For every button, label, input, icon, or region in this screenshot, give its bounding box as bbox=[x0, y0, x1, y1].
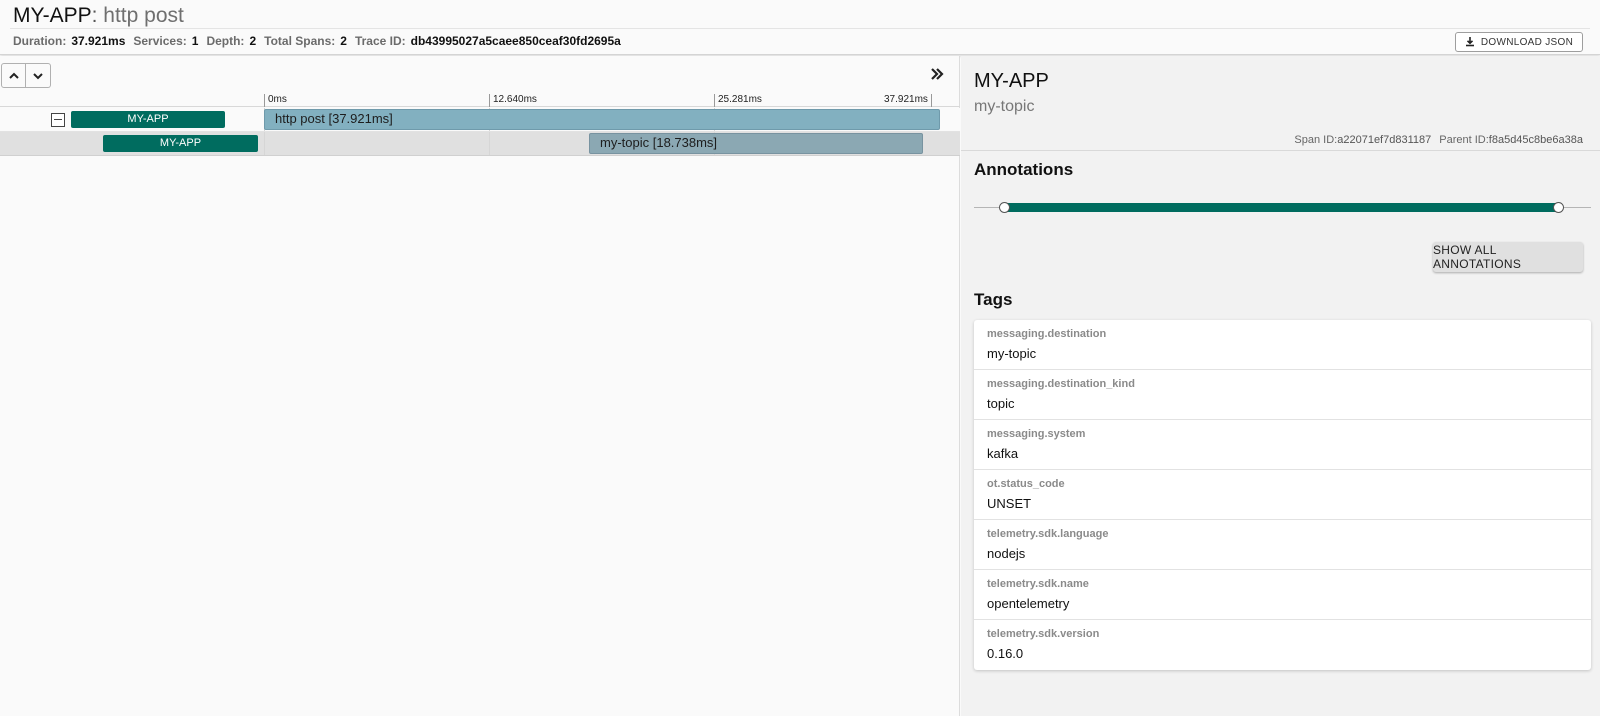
timeline-tick: 25.281ms bbox=[714, 94, 762, 107]
chevron-down-icon bbox=[33, 72, 43, 79]
span-id-value: a22071ef7d831187 bbox=[1337, 134, 1432, 146]
span-bar[interactable]: http post [37.921ms] bbox=[264, 109, 940, 130]
chevron-up-icon bbox=[8, 72, 19, 79]
tag-item: messaging.system kafka bbox=[974, 420, 1591, 470]
show-all-annotations-button[interactable]: SHOW ALL ANNOTATIONS bbox=[1433, 242, 1583, 272]
trace-stats: Duration: 37.921ms Services: 1 Depth: 2 Tot… bbox=[13, 34, 621, 48]
tag-key: ot.status_code bbox=[987, 478, 1065, 490]
tag-value: opentelemetry bbox=[987, 596, 1070, 611]
download-json-button[interactable]: DOWNLOAD JSON bbox=[1455, 32, 1583, 52]
stat-trace-id-value: db43995027a5caee850ceaf30fd2695a bbox=[410, 34, 621, 48]
timeline-tick: 12.640ms bbox=[489, 94, 537, 107]
tags-list: messaging.destination my-topic messaging.… bbox=[974, 320, 1591, 670]
timeline-tick: 37.921ms bbox=[884, 94, 932, 107]
timeline-panel: 0ms 12.640ms 25.281ms 37.921ms MY-APP ht… bbox=[0, 56, 960, 716]
trace-title-service: MY-APP bbox=[13, 4, 92, 27]
span-row-selected[interactable]: MY-APP my-topic [18.738ms] bbox=[0, 132, 960, 156]
tag-item: messaging.destination my-topic bbox=[974, 320, 1591, 370]
span-ids: Span ID:a22071ef7d831187 Parent ID:f8a5d… bbox=[1294, 134, 1583, 146]
tag-key: messaging.destination bbox=[987, 328, 1107, 340]
detail-service-name: MY-APP bbox=[974, 70, 1049, 92]
trace-title-separator: : bbox=[91, 4, 98, 27]
download-icon bbox=[1465, 37, 1474, 47]
header-divider bbox=[10, 28, 1590, 29]
tag-value: my-topic bbox=[987, 346, 1037, 361]
annotation-slider-start-handle[interactable] bbox=[999, 202, 1010, 213]
tag-key: messaging.system bbox=[987, 428, 1086, 440]
service-badge: MY-APP bbox=[71, 111, 225, 128]
stat-depth-label: Depth: bbox=[206, 34, 245, 48]
stat-duration-label: Duration: bbox=[13, 34, 67, 48]
stat-trace-id-label: Trace ID: bbox=[354, 34, 406, 48]
tag-item: telemetry.sdk.version 0.16.0 bbox=[974, 620, 1591, 670]
tag-item: telemetry.sdk.language nodejs bbox=[974, 520, 1591, 570]
tag-key: telemetry.sdk.name bbox=[987, 578, 1089, 590]
stat-total-spans-value: 2 bbox=[340, 34, 347, 48]
grid-line bbox=[489, 132, 490, 155]
span-bar[interactable]: my-topic [18.738ms] bbox=[589, 133, 923, 154]
stat-services-label: Services: bbox=[133, 34, 187, 48]
service-badge: MY-APP bbox=[103, 135, 258, 152]
stat-total-spans-label: Total Spans: bbox=[264, 34, 336, 48]
trace-title: MY-APP: http post bbox=[13, 4, 184, 28]
parent-id: Parent ID:f8a5d45c8be6a38a bbox=[1439, 134, 1583, 146]
stat-depth-value: 2 bbox=[249, 34, 257, 48]
grid-line bbox=[264, 132, 265, 155]
tag-key: telemetry.sdk.language bbox=[987, 528, 1109, 540]
stat-duration: Duration: 37.921ms bbox=[13, 34, 125, 48]
tag-item: ot.status_code UNSET bbox=[974, 470, 1591, 520]
stat-depth: Depth: 2 bbox=[206, 34, 256, 48]
tag-value: nodejs bbox=[987, 546, 1026, 561]
tags-title: Tags bbox=[974, 290, 1013, 309]
double-chevron-right-icon[interactable] bbox=[929, 66, 945, 82]
stat-trace-id: Trace ID: db43995027a5caee850ceaf30fd2695… bbox=[355, 34, 621, 48]
annotation-slider-end-handle[interactable] bbox=[1553, 202, 1564, 213]
parent-id-value: f8a5d45c8be6a38a bbox=[1488, 134, 1583, 146]
span-row[interactable]: MY-APP http post [37.921ms] bbox=[0, 108, 960, 132]
trace-header: MY-APP: http post Duration: 37.921ms Serv… bbox=[0, 0, 1600, 55]
tag-value: 0.16.0 bbox=[987, 646, 1024, 661]
stat-services-value: 1 bbox=[191, 34, 199, 48]
stat-total-spans: Total Spans: 2 bbox=[264, 34, 347, 48]
span-nav-buttons bbox=[1, 63, 51, 88]
next-span-button[interactable] bbox=[26, 63, 51, 88]
timeline-tick: 0ms bbox=[264, 94, 287, 107]
stat-duration-value: 37.921ms bbox=[71, 34, 126, 48]
tag-item: telemetry.sdk.name opentelemetry bbox=[974, 570, 1591, 620]
annotation-slider-range[interactable] bbox=[1004, 203, 1558, 212]
tag-value: UNSET bbox=[987, 496, 1032, 511]
collapse-toggle-icon[interactable] bbox=[51, 113, 65, 127]
timeline-ruler: 0ms 12.640ms 25.281ms 37.921ms bbox=[0, 92, 960, 107]
span-id: Span ID:a22071ef7d831187 bbox=[1294, 134, 1431, 146]
tag-item: messaging.destination_kindtopic bbox=[974, 370, 1591, 420]
span-id-label: Span ID: bbox=[1294, 134, 1338, 146]
tag-key: telemetry.sdk.version bbox=[987, 628, 1100, 640]
tag-value: topic bbox=[987, 396, 1015, 411]
detail-span-name: my-topic bbox=[974, 98, 1035, 115]
download-json-label: DOWNLOAD JSON bbox=[1480, 36, 1574, 48]
tag-value: kafka bbox=[987, 446, 1019, 461]
span-detail-panel: MY-APP my-topic Span ID:a22071ef7d831187… bbox=[961, 56, 1600, 716]
trace-title-span-name: http post bbox=[103, 4, 184, 27]
stat-services: Services: 1 bbox=[133, 34, 198, 48]
annotations-title: Annotations bbox=[974, 160, 1074, 179]
previous-span-button[interactable] bbox=[1, 63, 26, 88]
detail-divider bbox=[961, 150, 1600, 151]
tag-key: messaging.destination_kind bbox=[987, 378, 1135, 390]
parent-id-label: Parent ID: bbox=[1439, 134, 1489, 146]
